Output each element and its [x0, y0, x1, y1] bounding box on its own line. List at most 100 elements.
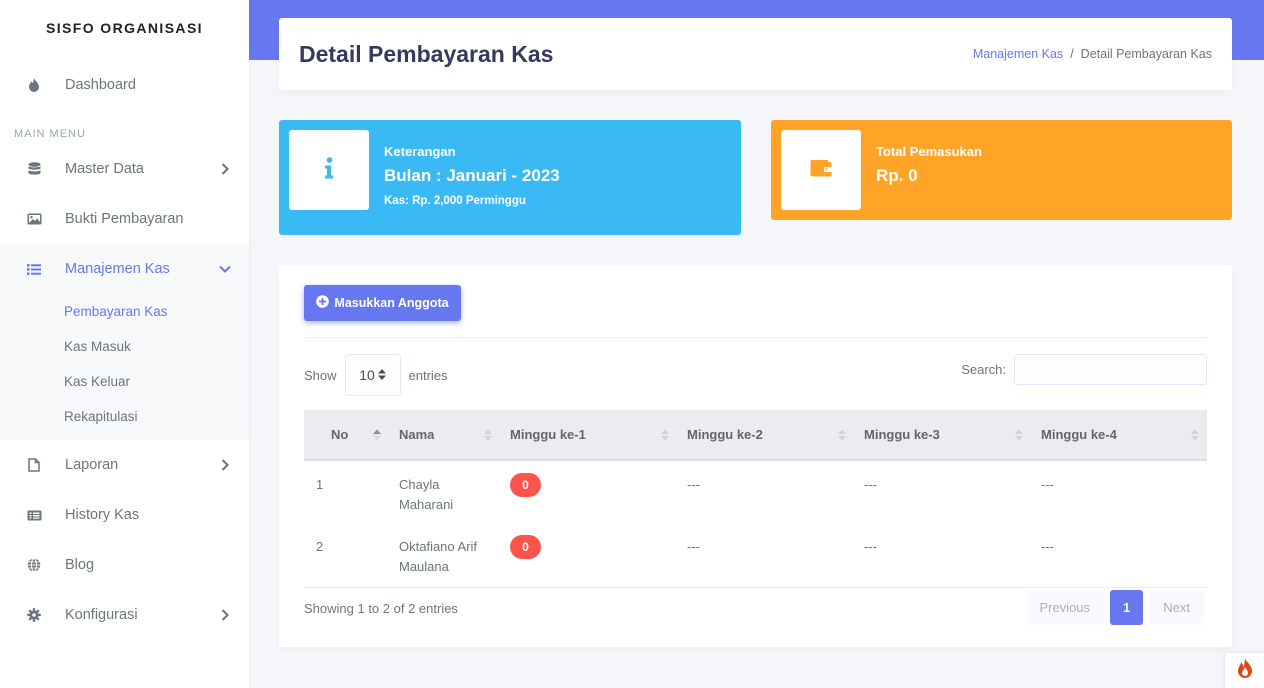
- section-header: Detail Pembayaran Kas Manajemen Kas / De…: [279, 18, 1232, 90]
- fire-icon: [26, 77, 42, 93]
- chevron-right-icon: [219, 459, 231, 471]
- entries-select-value: 10: [359, 367, 375, 383]
- previous-button[interactable]: Previous: [1025, 590, 1105, 625]
- column-header-minggu-4[interactable]: Minggu ke-4: [1031, 410, 1207, 461]
- sidebar-item-label: Dashboard: [65, 77, 136, 93]
- next-button[interactable]: Next: [1149, 590, 1204, 625]
- column-header-nama[interactable]: Nama: [389, 410, 500, 461]
- wallet-icon: [810, 159, 832, 182]
- submenu: Pembayaran Kas Kas Masuk Kas Keluar Reka…: [0, 294, 249, 440]
- globe-icon: [26, 557, 42, 573]
- submenu-item-rekapitulasi[interactable]: Rekapitulasi: [0, 399, 249, 434]
- plus-circle-icon: [316, 295, 330, 311]
- column-header-minggu-3[interactable]: Minggu ke-3: [854, 410, 1031, 461]
- add-member-button[interactable]: Masukkan Anggota: [304, 285, 461, 321]
- table-info: Showing 1 to 2 of 2 entries: [304, 601, 458, 616]
- info-card-label: Keterangan: [384, 144, 456, 159]
- cell-no: 2: [316, 539, 324, 554]
- entries-length: Show 10 entries: [304, 354, 448, 396]
- show-label: Show: [304, 367, 337, 383]
- add-member-label: Masukkan Anggota: [334, 296, 449, 310]
- sidebar-item-label: Blog: [65, 557, 95, 573]
- entries-label: entries: [408, 367, 448, 383]
- sidebar-item-manajemen-kas[interactable]: Manajemen Kas: [0, 244, 249, 294]
- cell-nama: Chayla Maharani: [399, 477, 454, 512]
- payment-badge[interactable]: 0: [510, 535, 541, 559]
- submenu-container: Manajemen Kas Pembayaran Kas Kas Masuk K…: [0, 244, 249, 440]
- sidebar-item-label: Laporan: [65, 457, 119, 473]
- file-icon: [26, 457, 42, 473]
- table-header-row: No Nama Minggu ke-1 Minggu ke-2 Minggu k…: [304, 410, 1207, 461]
- cell-no: 1: [316, 477, 324, 492]
- breadcrumb-link-manajemen-kas[interactable]: Manajemen Kas: [973, 47, 1063, 61]
- column-header-minggu-2[interactable]: Minggu ke-2: [677, 410, 854, 461]
- info-icon-box: [289, 130, 369, 210]
- submenu-item-pembayaran-kas[interactable]: Pembayaran Kas: [0, 294, 249, 329]
- image-icon: [26, 211, 42, 227]
- sort-asc-icon: [373, 429, 381, 440]
- info-card: Keterangan Bulan : Januari - 2023 Kas: R…: [279, 120, 741, 235]
- search-input[interactable]: [1014, 354, 1207, 385]
- breadcrumb-current: Detail Pembayaran Kas: [1080, 47, 1212, 61]
- cell-minggu-3: ---: [864, 477, 877, 492]
- income-icon-box: [781, 130, 861, 210]
- cell-minggu-4: ---: [1041, 477, 1054, 492]
- sidebar-item-history-kas[interactable]: History Kas: [0, 490, 249, 540]
- cell-minggu-3: ---: [864, 539, 877, 554]
- payments-table: No Nama Minggu ke-1 Minggu ke-2 Minggu k…: [304, 410, 1207, 586]
- breadcrumb-separator: /: [1070, 47, 1074, 61]
- sidebar-item-bukti-pembayaran[interactable]: Bukti Pembayaran: [0, 194, 249, 244]
- breadcrumb: Manajemen Kas / Detail Pembayaran Kas: [973, 47, 1212, 61]
- sidebar-item-dashboard[interactable]: Dashboard: [0, 60, 249, 110]
- divider: [304, 337, 1207, 338]
- cell-minggu-1: 0: [500, 523, 677, 586]
- pagination: Previous 1 Next: [1025, 590, 1204, 625]
- menu-header: MAIN MENU: [14, 128, 86, 140]
- sidebar: SISFO ORGANISASI Dashboard MAIN MENU Mas…: [0, 0, 249, 688]
- income-card: Total Pemasukan Rp. 0: [771, 120, 1232, 220]
- sort-icon: [1015, 429, 1023, 440]
- sidebar-item-laporan[interactable]: Laporan: [0, 440, 249, 490]
- column-header-minggu-1[interactable]: Minggu ke-1: [500, 410, 677, 461]
- sidebar-item-blog[interactable]: Blog: [0, 540, 249, 590]
- sidebar-item-konfigurasi[interactable]: Konfigurasi: [0, 590, 249, 640]
- cell-minggu-4: ---: [1041, 539, 1054, 554]
- info-card-value: Bulan : Januari - 2023: [384, 166, 560, 185]
- page-1-button[interactable]: 1: [1110, 590, 1144, 625]
- table-row: 1 Chayla Maharani 0 --- --- ---: [304, 460, 1207, 523]
- cell-minggu-2: ---: [687, 539, 700, 554]
- sort-icon: [1191, 429, 1199, 440]
- table-bottom-border: [304, 587, 1207, 588]
- gear-icon: [26, 607, 42, 623]
- chevron-down-icon: [219, 263, 231, 275]
- info-icon: [324, 156, 334, 184]
- info-card-note: Kas: Rp. 2,000 Perminggu: [384, 195, 526, 207]
- sidebar-item-master-data[interactable]: Master Data: [0, 144, 249, 194]
- codeigniter-logo[interactable]: [1225, 653, 1264, 688]
- flame-icon: [1237, 658, 1253, 683]
- column-header-no[interactable]: No: [304, 410, 389, 461]
- sidebar-item-label: Bukti Pembayaran: [65, 211, 184, 227]
- search-label: Search:: [961, 362, 1006, 377]
- sidebar-item-label: Konfigurasi: [65, 607, 138, 623]
- sort-icon: [484, 429, 492, 440]
- brand-title[interactable]: SISFO ORGANISASI: [0, 0, 249, 56]
- cell-minggu-2: ---: [687, 477, 700, 492]
- page-title: Detail Pembayaran Kas: [299, 40, 554, 67]
- sidebar-item-label: Manajemen Kas: [65, 261, 170, 277]
- table-card: Masukkan Anggota Show 10 entries Search:…: [279, 265, 1232, 647]
- chevron-right-icon: [219, 163, 231, 175]
- sort-icon: [838, 429, 846, 440]
- cell-minggu-1: 0: [500, 460, 677, 523]
- sort-icon: [661, 429, 669, 440]
- sidebar-item-label: History Kas: [65, 507, 140, 523]
- submenu-item-kas-masuk[interactable]: Kas Masuk: [0, 329, 249, 364]
- chevron-right-icon: [219, 609, 231, 621]
- database-icon: [26, 161, 42, 177]
- submenu-item-kas-keluar[interactable]: Kas Keluar: [0, 364, 249, 399]
- cell-nama: Oktafiano Arif Maulana: [399, 539, 478, 574]
- list-icon: [26, 261, 42, 277]
- payment-badge[interactable]: 0: [510, 473, 541, 497]
- sort-updown-icon: [377, 367, 386, 383]
- entries-select[interactable]: 10: [344, 354, 401, 396]
